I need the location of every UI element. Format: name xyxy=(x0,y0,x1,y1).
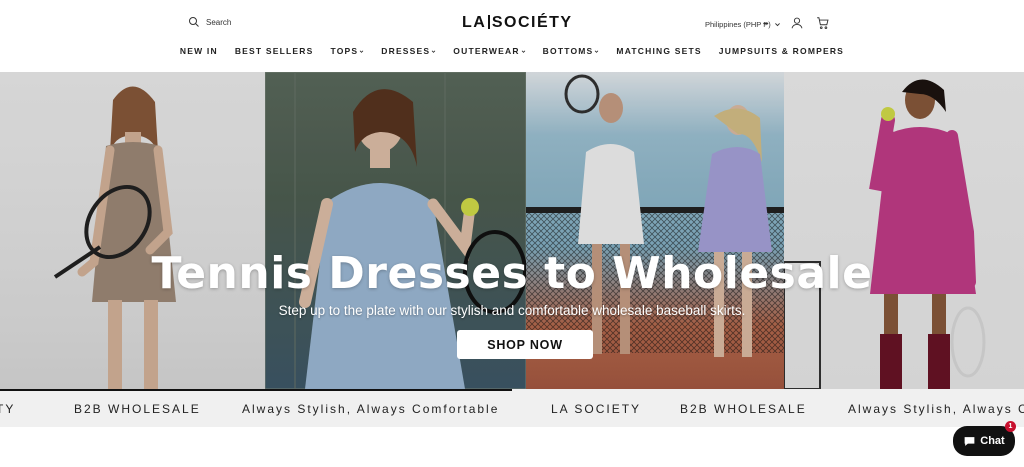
nav-item-matching-sets[interactable]: MATCHING SETS xyxy=(608,46,710,56)
nav-item-dresses[interactable]: DRESSES xyxy=(373,46,445,56)
hero-subtitle: Step up to the plate with our stylish an… xyxy=(278,303,746,318)
search-label: Search xyxy=(206,17,232,27)
chat-button[interactable]: Chat xyxy=(953,426,1015,456)
marquee-item: B2B WHOLESALE xyxy=(680,402,807,416)
country-label: Philippines (PHP ₱) xyxy=(705,20,771,29)
country-selector[interactable]: Philippines (PHP ₱) xyxy=(705,20,781,29)
marquee-item: Always Stylish, Always Comfortable xyxy=(242,402,500,416)
main-navigation: NEW IN BEST SELLERS TOPS DRESSES OUTERWEAR BO… xyxy=(0,46,1024,56)
nav-item-label: JUMPSUITS & ROMPERS xyxy=(718,46,845,56)
marquee-item: Always Stylish, Always C xyxy=(848,402,1024,416)
nav-item-label: MATCHING SETS xyxy=(616,46,702,56)
marquee-item: ETY xyxy=(0,402,16,416)
nav-item-label: OUTERWEAR xyxy=(453,46,520,56)
nav-item-label: DRESSES xyxy=(381,46,431,56)
site-header: Search LA SOCIÉTY Philippines (PHP ₱) NEW… xyxy=(0,0,1024,72)
cart-button[interactable] xyxy=(816,16,830,30)
account-button[interactable] xyxy=(790,16,804,30)
chevron-down-icon xyxy=(774,23,780,27)
chat-notification-badge: 1 xyxy=(1005,421,1016,432)
logo-left-text: LA xyxy=(462,14,487,31)
nav-item-best-sellers[interactable]: BEST SELLERS xyxy=(226,46,322,56)
account-icon xyxy=(791,17,803,29)
hero-title: Tennis Dresses to Wholesale xyxy=(151,248,873,299)
marquee-item: LA SOCIETY xyxy=(551,402,642,416)
nav-item-label: TOPS xyxy=(330,46,359,56)
logo-right-text: SOCIÉTY xyxy=(491,14,573,31)
nav-item-new-in[interactable]: NEW IN xyxy=(171,46,226,56)
logo-divider xyxy=(488,15,490,29)
chevron-down-icon xyxy=(432,49,436,53)
nav-item-label: NEW IN xyxy=(179,46,218,56)
nav-item-label: BEST SELLERS xyxy=(234,46,314,56)
chevron-down-icon xyxy=(521,49,525,53)
shop-now-button[interactable]: SHOP NOW xyxy=(457,330,593,359)
marquee-item: B2B WHOLESALE xyxy=(74,402,201,416)
search-icon xyxy=(189,17,199,27)
nav-item-outerwear[interactable]: OUTERWEAR xyxy=(445,46,534,56)
hero-banner[interactable]: Tennis Dresses to Wholesale Step up to t… xyxy=(0,72,1024,389)
site-logo[interactable]: LA SOCIÉTY xyxy=(462,14,573,32)
nav-item-bottoms[interactable]: BOTTOMS xyxy=(534,46,608,56)
nav-item-label: BOTTOMS xyxy=(542,46,594,56)
nav-item-tops[interactable]: TOPS xyxy=(322,46,373,56)
chat-label: Chat xyxy=(980,435,1005,447)
chevron-down-icon xyxy=(359,49,364,53)
search-button[interactable]: Search xyxy=(188,16,231,28)
nav-item-jumpsuits-rompers[interactable]: JUMPSUITS & ROMPERS xyxy=(710,46,852,56)
chevron-down-icon xyxy=(595,49,599,53)
cart-icon xyxy=(817,17,829,30)
announcement-marquee: ETY B2B WHOLESALE Always Stylish, Always… xyxy=(0,389,1024,427)
marquee-progress-line xyxy=(0,389,512,391)
chat-bubble-icon xyxy=(964,436,975,446)
